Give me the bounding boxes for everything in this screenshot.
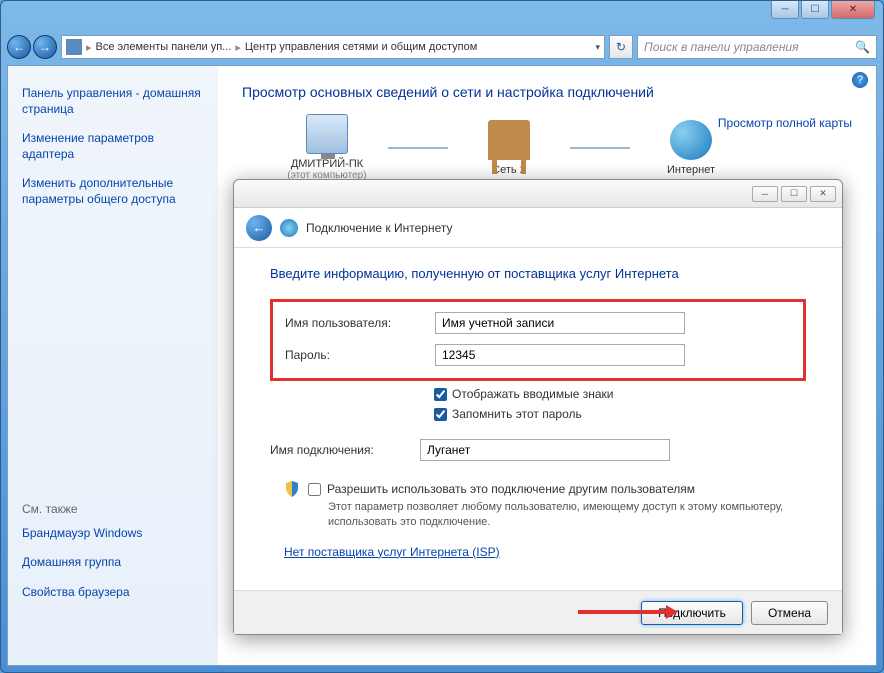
sidebar-link-adapter[interactable]: Изменение параметров адаптера [22,131,204,162]
internet-icon [670,120,712,160]
control-panel-home-link[interactable]: Панель управления - домашняя страница [22,86,204,117]
password-input[interactable] [435,344,685,366]
search-icon: 🔍 [855,40,870,54]
cancel-button[interactable]: Отмена [751,601,828,625]
shield-icon [284,481,300,497]
maximize-button[interactable]: ☐ [801,1,829,19]
sidebar-link-sharing[interactable]: Изменить дополнительные параметры общего… [22,176,204,207]
pc-icon [306,114,348,154]
dialog-title: Подключение к Интернету [306,221,453,235]
sidebar-link-homegroup[interactable]: Домашняя группа [22,555,204,571]
dialog-maximize-button[interactable]: ☐ [781,186,807,202]
network-name: Сеть 2 [454,164,564,176]
sidebar-link-browser[interactable]: Свойства браузера [22,585,204,601]
pc-name: ДМИТРИЙ-ПК [272,158,382,170]
dialog-minimize-button[interactable]: ─ [752,186,778,202]
dialog-close-button[interactable]: ✕ [810,186,836,202]
internet-label: Интернет [636,164,746,176]
remember-label: Запомнить этот пароль [452,407,582,421]
show-chars-checkbox[interactable] [434,388,447,401]
address-bar[interactable]: ▸ Все элементы панели уп... ▸ Центр упра… [61,35,605,59]
annotation-arrow [578,610,668,614]
refresh-button[interactable]: ↻ [609,35,633,59]
allow-others-checkbox[interactable] [308,483,321,496]
globe-icon [280,219,298,237]
highlighted-fields: Имя пользователя: Пароль: [270,299,806,381]
page-title: Просмотр основных сведений о сети и наст… [242,84,852,100]
username-label: Имя пользователя: [285,316,435,330]
sidebar-link-firewall[interactable]: Брандмауэр Windows [22,526,204,542]
dialog-back-button[interactable]: ← [246,215,272,241]
breadcrumb-root[interactable]: Все элементы панели уп... [96,41,232,53]
search-input[interactable]: Поиск в панели управления 🔍 [637,35,877,59]
password-label: Пароль: [285,348,435,362]
control-panel-icon [66,39,82,55]
search-placeholder: Поиск в панели управления [644,40,799,54]
no-isp-link[interactable]: Нет поставщика услуг Интернета (ISP) [284,545,806,559]
show-chars-label: Отображать вводимые знаки [452,387,613,401]
back-button[interactable]: ← [7,35,31,59]
forward-button[interactable]: → [33,35,57,59]
dialog-heading: Введите информацию, полученную от постав… [270,266,806,281]
minimize-button[interactable]: ─ [771,1,799,19]
address-dropdown-icon[interactable]: ▾ [595,42,600,53]
remember-checkbox[interactable] [434,408,447,421]
connect-dialog: ─ ☐ ✕ ← Подключение к Интернету Введите … [233,179,843,635]
allow-others-hint: Этот параметр позволяет любому пользоват… [328,500,806,531]
view-full-map-link[interactable]: Просмотр полной карты [718,116,852,130]
sidebar: Панель управления - домашняя страница Из… [8,66,218,665]
breadcrumb-current[interactable]: Центр управления сетями и общим доступом [245,41,477,53]
connection-name-input[interactable] [420,439,670,461]
connection-name-label: Имя подключения: [270,443,420,457]
see-also-label: См. также [22,502,204,516]
allow-others-label: Разрешить использовать это подключение д… [327,481,695,498]
network-icon [488,120,530,160]
username-input[interactable] [435,312,685,334]
close-button[interactable]: ✕ [831,1,875,19]
